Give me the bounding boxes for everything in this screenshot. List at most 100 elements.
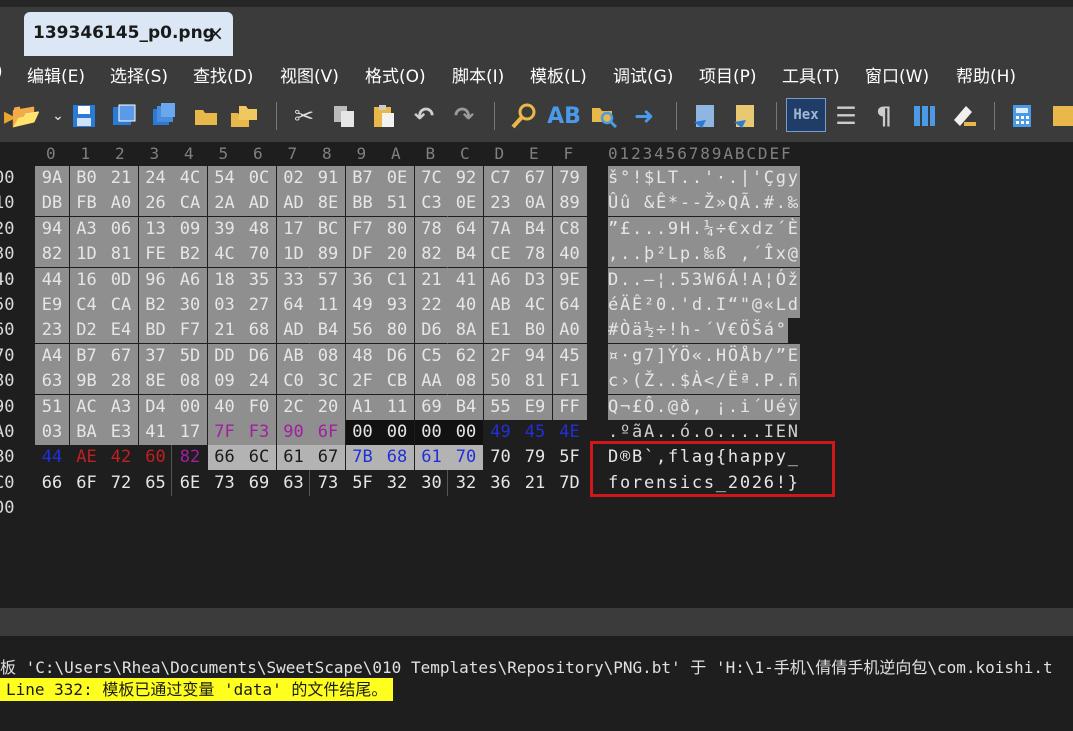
open-project-icon[interactable] bbox=[190, 100, 222, 132]
hex-byte[interactable]: E1 bbox=[483, 318, 518, 344]
hex-byte[interactable]: 69 bbox=[414, 394, 449, 420]
hex-byte[interactable]: 78 bbox=[414, 216, 449, 242]
hex-byte[interactable]: 4E bbox=[553, 420, 587, 445]
hex-byte[interactable]: 80 bbox=[380, 318, 414, 344]
hex-byte[interactable]: 30 bbox=[173, 293, 207, 318]
hex-byte[interactable]: 78 bbox=[518, 242, 552, 268]
hex-byte[interactable]: E9 bbox=[35, 293, 69, 318]
hex-byte[interactable]: FB bbox=[69, 191, 104, 217]
hex-byte[interactable]: 1D bbox=[276, 242, 311, 268]
hex-byte[interactable]: A6 bbox=[173, 267, 207, 293]
hex-byte[interactable]: AD bbox=[276, 318, 311, 344]
hex-byte[interactable]: 90 bbox=[276, 420, 311, 445]
hex-byte[interactable]: 17 bbox=[276, 216, 311, 242]
hex-byte[interactable]: D6 bbox=[380, 343, 414, 369]
hex-byte[interactable]: F7 bbox=[345, 216, 380, 242]
hex-byte[interactable]: A0 bbox=[104, 191, 138, 217]
menu-tools[interactable]: 工具(T) bbox=[782, 62, 840, 87]
hex-byte[interactable]: CE bbox=[483, 242, 518, 268]
hex-byte[interactable]: 82 bbox=[414, 242, 449, 268]
hex-byte[interactable]: 6C bbox=[242, 445, 276, 471]
hex-byte[interactable]: AD bbox=[276, 191, 311, 217]
hex-byte[interactable]: 42 bbox=[104, 445, 138, 470]
menu-help[interactable]: 帮助(H) bbox=[956, 62, 1016, 87]
show-whitespace-icon[interactable]: ¶ bbox=[868, 100, 900, 132]
hex-byte[interactable]: F3 bbox=[242, 420, 276, 445]
hex-byte[interactable]: 64 bbox=[276, 293, 311, 318]
hex-byte[interactable]: 0C bbox=[242, 166, 276, 191]
hex-byte[interactable]: 91 bbox=[311, 166, 345, 191]
save-icon[interactable] bbox=[68, 100, 100, 132]
hex-byte[interactable]: 69 bbox=[242, 471, 276, 496]
hex-byte[interactable]: 73 bbox=[208, 471, 242, 496]
hex-byte[interactable]: 2F bbox=[483, 343, 518, 369]
ascii-row[interactable]: Q¬£Ô.@ð, ¡.i´Uéÿ bbox=[608, 394, 800, 420]
hex-byte[interactable]: 21 bbox=[414, 267, 449, 293]
hex-byte[interactable]: 73 bbox=[311, 471, 345, 496]
ascii-row[interactable]: D..–¦.53W6Á!A¦Óž bbox=[608, 267, 800, 293]
hex-byte[interactable]: 00 bbox=[449, 420, 483, 445]
hex-byte[interactable]: AE bbox=[70, 445, 104, 470]
hex-byte[interactable]: C5 bbox=[414, 343, 449, 369]
hex-byte[interactable]: DF bbox=[345, 242, 380, 268]
hex-byte[interactable]: FF bbox=[552, 394, 587, 420]
hex-byte[interactable]: 70 bbox=[242, 242, 276, 268]
hex-byte[interactable]: 44 bbox=[35, 267, 69, 293]
hex-byte[interactable]: 33 bbox=[276, 267, 311, 293]
hex-byte[interactable]: A3 bbox=[104, 394, 138, 420]
open-workspace-icon[interactable] bbox=[228, 100, 260, 132]
hex-byte[interactable]: 17 bbox=[173, 420, 207, 445]
hex-byte[interactable]: 4C bbox=[207, 242, 242, 268]
hex-byte[interactable]: 21 bbox=[104, 166, 138, 191]
hex-byte[interactable]: 49 bbox=[345, 293, 380, 318]
hex-byte[interactable]: 40 bbox=[552, 242, 587, 268]
hex-byte[interactable]: 7F bbox=[207, 420, 242, 445]
hex-byte[interactable]: 60 bbox=[139, 445, 173, 470]
hex-byte[interactable]: D2 bbox=[69, 318, 104, 344]
hex-byte[interactable]: 21 bbox=[518, 471, 552, 496]
highlight-icon[interactable] bbox=[948, 100, 980, 132]
hex-byte[interactable]: 48 bbox=[242, 216, 276, 242]
hex-byte[interactable]: 7C bbox=[414, 166, 449, 191]
hex-byte[interactable]: 92 bbox=[449, 166, 483, 191]
hex-byte[interactable]: 70 bbox=[449, 445, 483, 471]
hex-byte[interactable]: 82 bbox=[173, 445, 207, 470]
hex-byte[interactable]: 7B bbox=[345, 445, 380, 471]
hex-byte[interactable]: 2F bbox=[345, 369, 380, 395]
hex-byte[interactable]: B4 bbox=[311, 318, 345, 344]
ascii-row[interactable]: éÄÊ²0.'d.I“"@«Ld bbox=[608, 293, 800, 318]
hex-byte[interactable]: 7D bbox=[553, 471, 587, 496]
hex-byte[interactable]: 20 bbox=[380, 242, 414, 268]
hex-byte[interactable]: 03 bbox=[35, 420, 69, 445]
hex-byte[interactable]: 21 bbox=[207, 318, 242, 344]
hex-byte[interactable]: C1 bbox=[380, 267, 414, 293]
hex-byte[interactable]: 63 bbox=[277, 471, 311, 496]
hex-byte[interactable]: 56 bbox=[345, 318, 380, 344]
hex-byte[interactable]: 40 bbox=[449, 293, 483, 318]
hex-byte[interactable]: 45 bbox=[518, 420, 552, 445]
menu-find[interactable]: 查找(D) bbox=[193, 62, 253, 87]
calculator-icon[interactable] bbox=[1006, 100, 1038, 132]
hex-byte[interactable]: C0 bbox=[276, 369, 311, 395]
hex-byte[interactable]: 24 bbox=[138, 166, 173, 191]
hex-byte[interactable]: 32 bbox=[449, 471, 483, 496]
hex-byte[interactable]: 8E bbox=[311, 191, 345, 217]
hex-byte[interactable]: 51 bbox=[380, 191, 414, 217]
hex-byte[interactable]: 65 bbox=[139, 471, 173, 496]
ascii-row[interactable]: ,..þ²Lp.‰ß ‚´Îx@ bbox=[608, 242, 800, 268]
hex-byte[interactable]: 64 bbox=[552, 293, 587, 318]
hex-byte[interactable]: 41 bbox=[449, 267, 483, 293]
hex-byte[interactable]: 36 bbox=[484, 471, 518, 496]
hex-byte[interactable]: C4 bbox=[69, 293, 104, 318]
undo-icon[interactable]: ↶ bbox=[408, 100, 440, 132]
hex-byte[interactable]: 28 bbox=[104, 369, 138, 395]
hex-byte[interactable]: 18 bbox=[207, 267, 242, 293]
menu-window[interactable]: 窗口(W) bbox=[865, 62, 929, 87]
hex-byte[interactable]: 9E bbox=[552, 267, 587, 293]
menu-edit[interactable]: 编辑(E) bbox=[27, 62, 85, 87]
ascii-row[interactable]: #Òä½÷!h-´V€ÖŠá° bbox=[608, 318, 788, 344]
run-script-icon[interactable] bbox=[730, 100, 762, 132]
hex-byte[interactable]: 23 bbox=[483, 191, 518, 217]
hex-byte[interactable]: 32 bbox=[380, 471, 414, 496]
paste-icon[interactable] bbox=[368, 100, 400, 132]
